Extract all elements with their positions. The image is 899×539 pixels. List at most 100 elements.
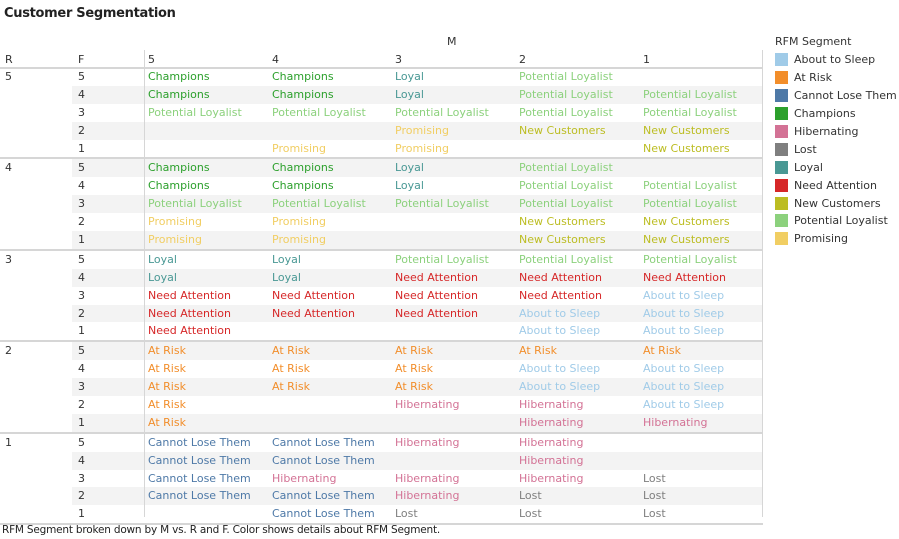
- f-value-label: 4: [78, 453, 85, 467]
- segment-cell: Potential Loyalist: [643, 179, 737, 193]
- segment-cell: Potential Loyalist: [272, 105, 366, 119]
- f-value-label: 4: [78, 87, 85, 101]
- segment-cell: Potential Loyalist: [148, 197, 242, 211]
- segment-cell: Promising: [272, 141, 326, 155]
- table-row: 2 Need Attention Need Attention Need Attent…: [0, 304, 763, 323]
- m-column-label: 5: [148, 53, 155, 66]
- segment-cell: New Customers: [643, 123, 730, 137]
- segment-cell: Lost: [643, 507, 666, 521]
- segment-cell: Need Attention: [148, 288, 232, 302]
- table-row: 1 5 Cannot Lose Them Cannot Lose Them Hibern…: [0, 434, 763, 452]
- r-value-label: 4: [5, 161, 12, 175]
- segment-cell: Potential Loyalist: [395, 105, 489, 119]
- table-row: 3 Need Attention Need Attention Need Attent…: [0, 287, 763, 305]
- table-row: 1 Promising Promising New Customers: [0, 140, 763, 158]
- segment-cell: Cannot Lose Them: [272, 489, 375, 503]
- m-column-label: 4: [272, 53, 279, 66]
- legend-item[interactable]: Lost: [775, 140, 897, 158]
- segment-cell: New Customers: [519, 215, 606, 229]
- f-value-label: 1: [78, 415, 85, 429]
- segment-cell: At Risk: [395, 362, 433, 376]
- segment-cell: Promising: [148, 215, 202, 229]
- legend-item[interactable]: Need Attention: [775, 176, 897, 194]
- r-group: 1 5 Cannot Lose Them Cannot Lose Them Hibern…: [0, 434, 763, 526]
- segment-cell: Potential Loyalist: [519, 161, 613, 175]
- segment-cell: Need Attention: [643, 270, 727, 284]
- segment-cell: Loyal: [272, 270, 301, 284]
- segment-cell: Loyal: [148, 270, 177, 284]
- r-value-label: 3: [5, 252, 12, 266]
- segment-cell: Hibernating: [272, 471, 337, 485]
- legend-item[interactable]: Hibernating: [775, 123, 897, 141]
- segment-cell: Cannot Lose Them: [272, 453, 375, 467]
- f-value-label: 1: [78, 507, 85, 521]
- segment-cell: Need Attention: [272, 306, 356, 320]
- legend-swatch: [775, 142, 788, 156]
- m-column-label: 2: [519, 53, 526, 66]
- column-header-m: M: [447, 35, 457, 48]
- segment-cell: Loyal: [148, 252, 177, 266]
- segment-cell: About to Sleep: [643, 380, 725, 394]
- legend-label: Lost: [794, 142, 817, 156]
- legend-item[interactable]: Champions: [775, 105, 897, 123]
- segment-cell: New Customers: [519, 233, 606, 247]
- legend-item[interactable]: New Customers: [775, 194, 897, 212]
- table-row: 2 Promising Promising New Customers New Cust…: [0, 213, 763, 231]
- segment-cell: Hibernating: [519, 453, 584, 467]
- legend-swatch: [775, 71, 788, 85]
- segment-cell: Hibernating: [519, 398, 584, 412]
- row-header-f: F: [78, 53, 85, 66]
- segment-cell: Need Attention: [395, 270, 479, 284]
- legend-label: Potential Loyalist: [794, 214, 888, 228]
- legend-item[interactable]: About to Sleep: [775, 51, 897, 69]
- segmentation-table: R F 5 4 3 2 1: [0, 50, 763, 69]
- segment-cell: Potential Loyalist: [643, 197, 737, 211]
- table-right-border: [762, 50, 763, 517]
- legend-title: RFM Segment: [775, 35, 852, 48]
- segment-cell: Hibernating: [519, 471, 584, 485]
- segment-cell: About to Sleep: [643, 288, 725, 302]
- legend-item[interactable]: At Risk: [775, 69, 897, 87]
- legend-label: Hibernating: [794, 125, 859, 138]
- segment-cell: At Risk: [395, 344, 433, 358]
- segment-cell: At Risk: [272, 344, 310, 358]
- segment-cell: Hibernating: [395, 489, 460, 503]
- legend-swatch: [775, 178, 788, 192]
- segment-cell: Lost: [395, 507, 418, 521]
- segment-cell: Promising: [395, 141, 449, 155]
- legend-swatch: [775, 125, 788, 138]
- r-group: 5 5 Champions Champions Loyal Potential Loyal…: [0, 68, 763, 160]
- legend-item[interactable]: Promising: [775, 230, 897, 248]
- table-row: 4 Champions Champions Loyal Potential Loyali…: [0, 85, 763, 104]
- legend-item[interactable]: Loyal: [775, 158, 897, 176]
- segment-cell: Cannot Lose Them: [148, 453, 251, 467]
- segment-cell: Need Attention: [148, 306, 232, 320]
- segment-cell: Cannot Lose Them: [148, 471, 251, 485]
- f-value-label: 5: [78, 252, 85, 266]
- segment-cell: Cannot Lose Them: [148, 435, 251, 449]
- legend-swatch: [775, 214, 788, 228]
- segment-cell: Loyal: [395, 70, 424, 83]
- segment-cell: Potential Loyalist: [395, 197, 489, 211]
- segment-cell: Hibernating: [395, 435, 460, 449]
- segment-cell: About to Sleep: [643, 398, 725, 412]
- f-value-label: 1: [78, 141, 85, 155]
- segment-cell: At Risk: [519, 344, 557, 358]
- legend: RFM Segment About to Sleep At Risk Cannot …: [775, 35, 897, 248]
- f-value-label: 4: [78, 179, 85, 193]
- legend-item[interactable]: Potential Loyalist: [775, 212, 897, 230]
- f-value-label: 3: [78, 105, 85, 119]
- f-value-label: 2: [78, 123, 85, 137]
- legend-item[interactable]: Cannot Lose Them: [775, 87, 897, 105]
- segment-cell: At Risk: [643, 344, 681, 358]
- segment-cell: Loyal: [395, 179, 424, 193]
- segment-cell: Promising: [272, 233, 326, 247]
- segment-cell: Loyal: [395, 87, 424, 101]
- segment-cell: About to Sleep: [519, 324, 601, 338]
- table-row: 2 At Risk Hibernating Hibernating About to S…: [0, 396, 763, 414]
- segment-cell: At Risk: [395, 380, 433, 394]
- f-value-label: 3: [78, 471, 85, 485]
- segment-cell: Hibernating: [643, 415, 708, 429]
- table-row: 5 5 Champions Champions Loyal Potential Loyal…: [0, 68, 763, 86]
- segment-cell: Promising: [272, 215, 326, 229]
